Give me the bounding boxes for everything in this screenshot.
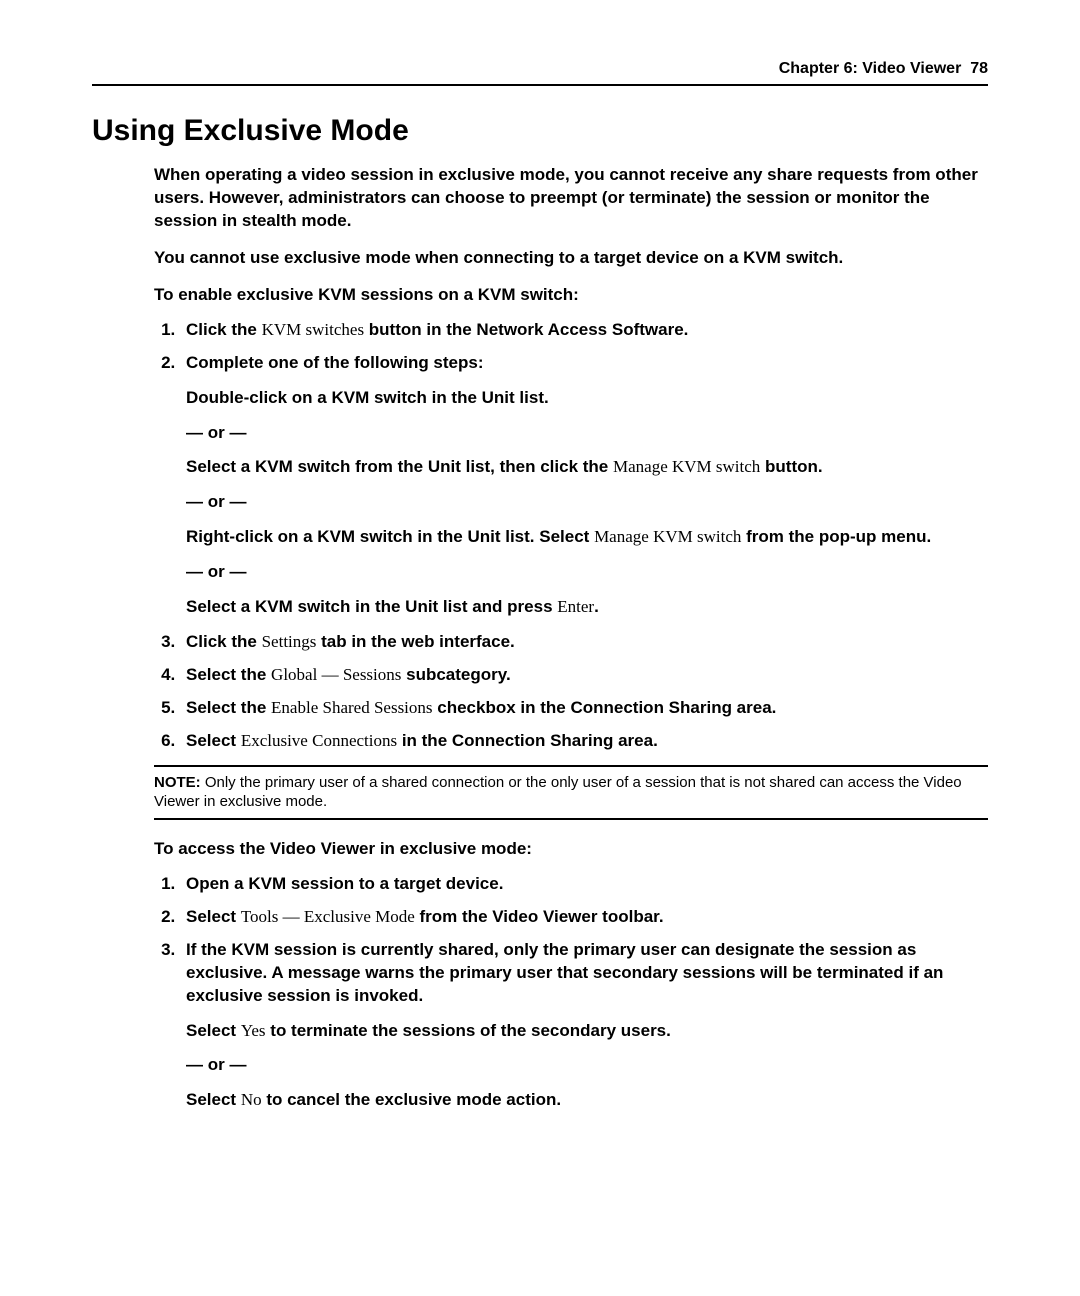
page-container: Chapter 6: Video Viewer 78 Using Exclusi… (0, 0, 1080, 1296)
chapter-label: Chapter 6: Video Viewer (779, 60, 962, 77)
step-5-b: checkbox in the Connection Sharing area. (433, 698, 777, 717)
step-t3b-b: to cancel the exclusive mode action. (262, 1090, 562, 1109)
step-6: Select Exclusive Connections in the Conn… (180, 730, 988, 753)
step-6-ui: Exclusive Connections (241, 731, 397, 750)
step-1-text-a: Click the (186, 320, 262, 339)
note-body: Only the primary user of a shared connec… (154, 774, 962, 811)
page-header: Chapter 6: Video Viewer 78 (92, 60, 988, 78)
step-1: Click the KVM switches button in the Net… (180, 319, 988, 342)
step-3-ui: Settings (262, 632, 317, 651)
procedure-list-1: Click the KVM switches button in the Net… (154, 319, 988, 375)
step-1-text-b: button in the Network Access Software. (364, 320, 688, 339)
step-t2-a: Select (186, 907, 241, 926)
step-5: Select the Enable Shared Sessions checkb… (180, 697, 988, 720)
step-t3-text: If the KVM session is currently shared, … (186, 940, 943, 1005)
step-4: Select the Global — Sessions subcategory… (180, 664, 988, 687)
step-2c-ui: Manage KVM switch (594, 527, 741, 546)
step-t3a-b: to terminate the sessions of the seconda… (266, 1021, 671, 1040)
or-3: — or — (186, 561, 988, 584)
step-6-b: in the Connection Sharing area. (397, 731, 658, 750)
step-t3b-a: Select (186, 1090, 241, 1109)
procedure-list-1b: Click the Settings tab in the web interf… (154, 631, 988, 753)
step-4-b: subcategory. (401, 665, 510, 684)
step-3-a: Click the (186, 632, 262, 651)
procedure-heading-1: To enable exclusive KVM sessions on a KV… (154, 284, 988, 307)
page-number: 78 (970, 60, 988, 77)
step-2c-b: from the pop-up menu. (741, 527, 931, 546)
step-2: Complete one of the following steps: (180, 352, 988, 375)
step-t2-b: from the Video Viewer toolbar. (415, 907, 664, 926)
step-t2: Select Tools — Exclusive Mode from the V… (180, 906, 988, 929)
step-3: Click the Settings tab in the web interf… (180, 631, 988, 654)
header-rule (92, 84, 988, 86)
step-4-a: Select the (186, 665, 271, 684)
step-t1: Open a KVM session to a target device. (180, 873, 988, 896)
step-t3b-ui: No (241, 1090, 262, 1109)
step-5-a: Select the (186, 698, 271, 717)
note-label: NOTE: (154, 774, 201, 791)
body-text: When operating a video session in exclus… (154, 164, 988, 1112)
step-6-a: Select (186, 731, 241, 750)
step-t3b: Select No to cancel the exclusive mode a… (186, 1089, 988, 1112)
section-title: Using Exclusive Mode (92, 114, 988, 148)
step-1-ui: KVM switches (262, 320, 364, 339)
step-t1-text: Open a KVM session to a target device. (186, 874, 503, 893)
step-2b-b: button. (760, 457, 822, 476)
procedure-list-2: Open a KVM session to a target device. S… (154, 873, 988, 1008)
step-t3a-a: Select (186, 1021, 241, 1040)
intro-para-2: You cannot use exclusive mode when conne… (154, 247, 988, 270)
intro-para-1: When operating a video session in exclus… (154, 164, 988, 233)
note-text: NOTE: Only the primary user of a shared … (154, 773, 988, 812)
step-3-b: tab in the web interface. (316, 632, 514, 651)
step-2-text: Complete one of the following steps: (186, 353, 484, 372)
step-t2-ui: Tools — Exclusive Mode (241, 907, 415, 926)
step-2d-a: Select a KVM switch in the Unit list and… (186, 597, 557, 616)
step-2c-a: Right-click on a KVM switch in the Unit … (186, 527, 594, 546)
or-2: — or — (186, 491, 988, 514)
step-t3a: Select Yes to terminate the sessions of … (186, 1020, 988, 1043)
step-t3a-ui: Yes (241, 1021, 266, 1040)
step-2b-ui: Manage KVM switch (613, 457, 760, 476)
step-5-ui: Enable Shared Sessions (271, 698, 432, 717)
step-2d-ui: Enter (557, 597, 594, 616)
procedure-heading-2: To access the Video Viewer in exclusive … (154, 838, 988, 861)
note-rule-bottom (154, 818, 988, 820)
step-2c: Right-click on a KVM switch in the Unit … (186, 526, 988, 549)
step-4-ui: Global — Sessions (271, 665, 401, 684)
note-box: NOTE: Only the primary user of a shared … (154, 765, 988, 820)
or-4: — or — (186, 1054, 988, 1077)
step-2d: Select a KVM switch in the Unit list and… (186, 596, 988, 619)
step-2a: Double-click on a KVM switch in the Unit… (186, 387, 988, 410)
or-1: — or — (186, 422, 988, 445)
step-2b-a: Select a KVM switch from the Unit list, … (186, 457, 613, 476)
note-rule-top (154, 765, 988, 767)
step-t3: If the KVM session is currently shared, … (180, 939, 988, 1008)
step-2d-b: . (594, 597, 599, 616)
step-2b: Select a KVM switch from the Unit list, … (186, 456, 988, 479)
